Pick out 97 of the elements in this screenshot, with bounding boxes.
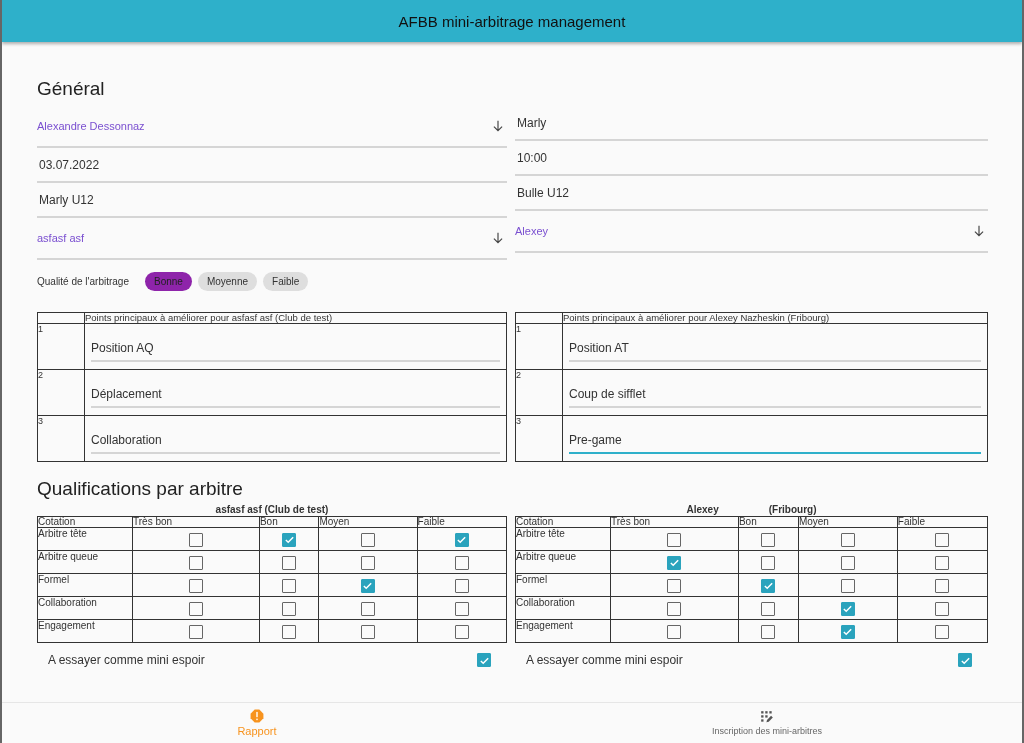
- checkbox[interactable]: [761, 578, 776, 593]
- checkbox[interactable]: [667, 578, 682, 593]
- checkbox[interactable]: [188, 555, 203, 570]
- column-header: Bon: [738, 516, 799, 528]
- checkbox[interactable]: [454, 578, 469, 593]
- checkbox[interactable]: [761, 601, 776, 616]
- row-label: Formel: [37, 573, 133, 597]
- quality-chip[interactable]: Faible: [263, 271, 309, 291]
- referee-name: asfasf asf (Club de test): [215, 503, 329, 515]
- arrow-down-icon: [972, 224, 986, 238]
- row-label: Engagement: [37, 619, 133, 643]
- checkbox[interactable]: [667, 532, 682, 547]
- checkbox[interactable]: [454, 601, 469, 616]
- quality-chip[interactable]: Moyenne: [197, 271, 258, 291]
- input-field[interactable]: 03.07.2022: [37, 148, 507, 183]
- checkbox[interactable]: [958, 653, 972, 667]
- checkbox[interactable]: [282, 555, 297, 570]
- checkbox[interactable]: [667, 601, 682, 616]
- checkbox[interactable]: [188, 578, 203, 593]
- row-number: 3: [37, 415, 85, 462]
- select-field[interactable]: Alexandre Dessonnaz: [37, 106, 507, 148]
- checkbox[interactable]: [667, 624, 682, 639]
- checkbox[interactable]: [667, 555, 682, 570]
- column-header: Cotation: [37, 516, 133, 528]
- arrow-down-icon: [491, 231, 505, 245]
- select-field[interactable]: asfasf asf: [37, 218, 507, 260]
- checkbox[interactable]: [761, 555, 776, 570]
- row-label: Arbitre tête: [37, 527, 133, 551]
- nav-tab[interactable]: Inscription des mini-arbitres: [705, 703, 828, 743]
- quality-label: Qualité de l'arbitrage: [37, 275, 129, 287]
- section-title: Qualifications par arbitre: [37, 478, 244, 500]
- checkbox[interactable]: [188, 624, 203, 639]
- checkbox[interactable]: [840, 555, 855, 570]
- row-label: Formel: [515, 573, 611, 597]
- checkbox[interactable]: [840, 601, 855, 616]
- checkbox[interactable]: [761, 532, 776, 547]
- column-header: Moyen: [318, 516, 418, 528]
- referee-name: (Fribourg): [768, 503, 817, 515]
- checkbox[interactable]: [840, 532, 855, 547]
- checkbox[interactable]: [282, 624, 297, 639]
- checkbox[interactable]: [282, 532, 297, 547]
- checkbox[interactable]: [761, 624, 776, 639]
- column-header: Faible: [897, 516, 988, 528]
- checkbox[interactable]: [360, 532, 375, 547]
- input-field[interactable]: Marly U12: [37, 183, 507, 218]
- checkbox-label: A essayer comme mini espoir: [526, 653, 683, 667]
- arrow-down-icon: [491, 119, 505, 133]
- column-header: Bon: [259, 516, 319, 528]
- row-number: 2: [515, 369, 563, 416]
- checkbox[interactable]: [935, 532, 950, 547]
- input-field[interactable]: 10:00: [515, 141, 988, 176]
- row-label: Arbitre tête: [515, 527, 611, 551]
- section-title: Général: [37, 78, 106, 100]
- select-field[interactable]: Alexey: [515, 211, 988, 253]
- checkbox[interactable]: [935, 601, 950, 616]
- row-number: 1: [515, 323, 563, 370]
- checkbox[interactable]: [454, 555, 469, 570]
- checkbox[interactable]: [360, 555, 375, 570]
- table-cell: [37, 312, 85, 324]
- checkbox[interactable]: [282, 601, 297, 616]
- row-label: Engagement: [515, 619, 611, 643]
- column-header: Moyen: [798, 516, 898, 528]
- row-number: 1: [37, 323, 85, 370]
- column-header: Faible: [417, 516, 507, 528]
- row-number: 2: [37, 369, 85, 416]
- checkbox[interactable]: [188, 532, 203, 547]
- checkbox[interactable]: [935, 624, 950, 639]
- checkbox[interactable]: [477, 653, 491, 667]
- column-header: Très bon: [132, 516, 260, 528]
- checkbox[interactable]: [840, 578, 855, 593]
- checkbox[interactable]: [188, 601, 203, 616]
- column-header: Très bon: [610, 516, 739, 528]
- row-number: 3: [515, 415, 563, 462]
- row-label: Arbitre queue: [37, 550, 133, 574]
- checkbox[interactable]: [935, 555, 950, 570]
- referee-name: Alexey: [686, 503, 719, 515]
- input-field[interactable]: Bulle U12: [515, 176, 988, 211]
- table-header: Points principaux à améliorer pour asfasf asf (Club de test): [84, 312, 507, 324]
- app-title: AFBB mini-arbitrage management: [398, 12, 626, 30]
- grid-pencil-icon: [760, 710, 774, 724]
- checkbox[interactable]: [454, 624, 469, 639]
- checkbox[interactable]: [282, 578, 297, 593]
- checkbox[interactable]: [840, 624, 855, 639]
- alert-icon: [250, 709, 264, 723]
- row-label: Collaboration: [515, 596, 611, 620]
- checkbox[interactable]: [935, 578, 950, 593]
- row-label: Collaboration: [37, 596, 133, 620]
- table-cell: [515, 312, 563, 324]
- checkbox[interactable]: [454, 532, 469, 547]
- input-field[interactable]: Marly: [515, 106, 988, 141]
- row-label: Arbitre queue: [515, 550, 611, 574]
- column-header: Cotation: [515, 516, 611, 528]
- checkbox[interactable]: [360, 624, 375, 639]
- checkbox-label: A essayer comme mini espoir: [48, 653, 205, 667]
- table-header: Points principaux à améliorer pour Alexey Nazheskin (Fribourg): [562, 312, 988, 324]
- checkbox[interactable]: [360, 601, 375, 616]
- checkbox[interactable]: [360, 578, 375, 593]
